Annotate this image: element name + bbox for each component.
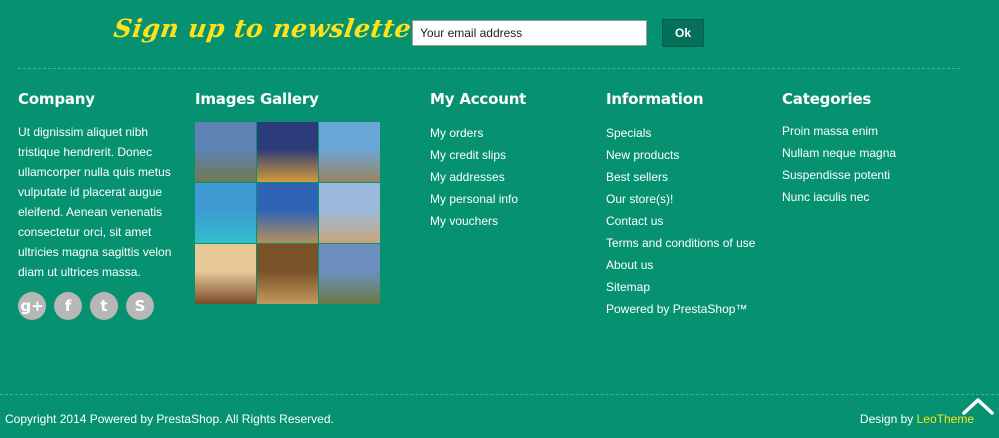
account-heading: My Account	[430, 90, 527, 108]
account-link-addresses[interactable]: My addresses	[430, 166, 590, 188]
gallery-image-hotel-room[interactable]	[257, 244, 318, 304]
design-credit-prefix: Design by	[859, 412, 917, 426]
account-link-personal-info[interactable]: My personal info	[430, 188, 590, 210]
account-link-credit-slips[interactable]: My credit slips	[430, 144, 590, 166]
tumblr-icon[interactable]: t	[90, 292, 118, 320]
info-link-best-sellers[interactable]: Best sellers	[606, 166, 766, 188]
information-column: Information Specials New products Best s…	[606, 90, 766, 320]
bottom-divider	[0, 394, 999, 395]
info-link-specials[interactable]: Specials	[606, 122, 766, 144]
account-column: My Account My orders My credit slips My …	[430, 90, 590, 232]
skype-icon[interactable]: S	[126, 292, 154, 320]
categories-heading: Categories	[782, 90, 872, 108]
info-link-new-products[interactable]: New products	[606, 144, 766, 166]
info-link-contact[interactable]: Contact us	[606, 210, 766, 232]
newsletter-ok-button[interactable]: Ok	[662, 19, 704, 47]
gallery-column: Images Gallery	[195, 90, 385, 304]
categories-links: Proin massa enim Nullam neque magna Susp…	[782, 120, 962, 208]
account-link-vouchers[interactable]: My vouchers	[430, 210, 590, 232]
gallery-image-sphinx[interactable]	[257, 183, 318, 243]
copyright-text: Copyright 2014 Powered by PrestaShop. Al…	[5, 412, 334, 426]
gallery-image-resort-pool[interactable]	[195, 183, 256, 243]
company-description: Ut dignissim aliquet nibh tristique hend…	[18, 125, 172, 279]
email-input[interactable]	[412, 20, 647, 46]
info-link-stores[interactable]: Our store(s)!	[606, 188, 766, 210]
company-heading: Company	[18, 90, 95, 108]
google-plus-icon[interactable]: g+	[18, 292, 46, 320]
gallery-image-island-rocks[interactable]	[319, 122, 380, 182]
category-link[interactable]: Suspendisse potenti	[782, 164, 962, 186]
top-divider	[18, 68, 960, 69]
account-link-orders[interactable]: My orders	[430, 122, 590, 144]
scroll-to-top-icon[interactable]	[962, 396, 994, 416]
gallery-image-stonehenge[interactable]	[195, 122, 256, 182]
info-link-sitemap[interactable]: Sitemap	[606, 276, 766, 298]
info-link-terms[interactable]: Terms and conditions of use	[606, 232, 766, 254]
info-link-powered-by[interactable]: Powered by PrestaShop™	[606, 298, 766, 320]
information-heading: Information	[606, 90, 704, 108]
newsletter-title: Sign up to newsletter	[111, 14, 427, 43]
company-column: Company Ut dignissim aliquet nibh tristi…	[18, 90, 178, 320]
information-links: Specials New products Best sellers Our s…	[606, 122, 766, 320]
info-link-about[interactable]: About us	[606, 254, 766, 276]
category-link[interactable]: Nunc iaculis nec	[782, 186, 962, 208]
gallery-heading: Images Gallery	[195, 90, 319, 108]
categories-column: Categories Proin massa enim Nullam neque…	[782, 90, 962, 208]
gallery-image-palace-courtyard[interactable]	[319, 183, 380, 243]
gallery-image-hotel-lobby[interactable]	[195, 244, 256, 304]
category-link[interactable]: Nullam neque magna	[782, 142, 962, 164]
gallery-image-temple-night[interactable]	[257, 122, 318, 182]
design-credit: Design by LeoTheme	[860, 412, 974, 426]
gallery-grid	[195, 122, 380, 304]
account-links: My orders My credit slips My addresses M…	[430, 122, 590, 232]
social-links: g+ f t S	[18, 292, 178, 320]
category-link[interactable]: Proin massa enim	[782, 120, 962, 142]
gallery-image-stonehenge-2[interactable]	[319, 244, 380, 304]
facebook-icon[interactable]: f	[54, 292, 82, 320]
